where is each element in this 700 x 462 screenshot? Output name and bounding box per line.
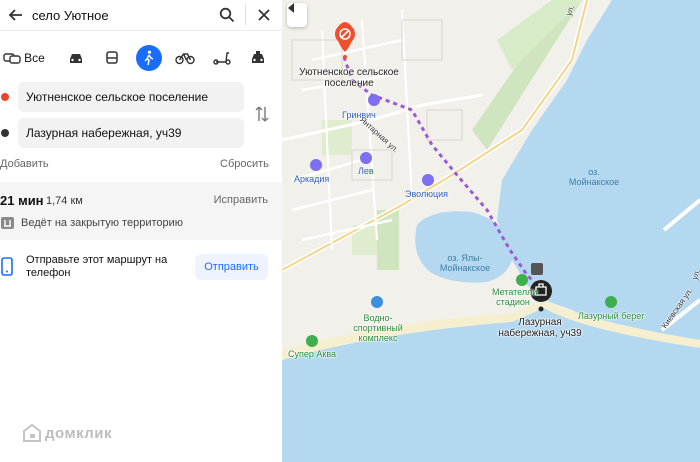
- search-bar: село Уютное: [0, 0, 282, 31]
- route-distance: 1,74 км: [46, 195, 83, 207]
- restricted-area-text: Ведёт на закрытую территорию: [21, 217, 184, 229]
- domclick-watermark: домклик: [22, 423, 112, 443]
- swap-button[interactable]: [253, 105, 271, 123]
- search-icon: [219, 7, 235, 23]
- swap-arrows-icon: [255, 106, 269, 122]
- restricted-area-warning: Ведёт на закрытую территорию: [0, 216, 183, 230]
- mode-bike[interactable]: [172, 44, 198, 72]
- mode-taxi[interactable]: [246, 44, 270, 72]
- fix-route-link[interactable]: Исправить: [214, 194, 268, 206]
- arrow-left-icon: [8, 9, 22, 21]
- map-label-village: Уютненское сельское поселение: [294, 67, 404, 89]
- mode-all[interactable]: Все: [2, 44, 46, 72]
- send-to-phone-text: Отправьте этот маршрут на телефон: [26, 254, 168, 279]
- scooter-icon: [213, 52, 231, 65]
- map-label-village-text: Уютненское сельское поселение: [299, 67, 399, 89]
- map-label-lake-moinak: оз. Мойнакское: [568, 167, 620, 187]
- route-panel: село Уютное Все Уютненское сельское посе…: [0, 0, 283, 462]
- pedestrian-icon: [144, 50, 154, 66]
- collapse-panel-button[interactable]: [287, 3, 307, 27]
- add-waypoint-link[interactable]: Добавить: [0, 158, 49, 170]
- map-label-destination: Лазурная набережная, уч39: [498, 317, 582, 339]
- map-view[interactable]: Уютненское сельское поселение Гринвич Ар…: [282, 0, 700, 462]
- mode-all-label: Все: [24, 51, 45, 65]
- map-label-lev: Лев: [358, 166, 374, 176]
- domclick-logo-icon: [23, 423, 41, 442]
- mode-walk[interactable]: [136, 45, 162, 71]
- bus-icon: [106, 51, 118, 64]
- route-info[interactable]: 21 мин 1,74 км Исправить Ведёт на закрыт…: [0, 182, 282, 240]
- chevron-left-icon: [288, 3, 294, 13]
- mode-car[interactable]: [64, 44, 88, 72]
- send-to-phone: Отправьте этот маршрут на телефон Отправ…: [0, 252, 282, 286]
- domclick-logo-text: домклик: [45, 424, 113, 442]
- map-label-lazurny-bereg: Лазурный берег: [578, 311, 645, 321]
- taxi-icon: [252, 51, 264, 63]
- back-button[interactable]: [0, 0, 32, 30]
- route-time: 21 мин: [0, 193, 44, 208]
- phone-icon: [1, 257, 13, 276]
- reset-link[interactable]: Сбросить: [220, 158, 269, 170]
- map-label-vodno: Водно-спортивный комплекс: [353, 313, 403, 343]
- mode-bus[interactable]: [100, 44, 124, 72]
- search-input[interactable]: село Уютное: [32, 8, 209, 23]
- origin-field[interactable]: Уютненское сельское поселение: [18, 82, 244, 112]
- send-button[interactable]: Отправить: [195, 254, 268, 280]
- barrier-marker: [531, 263, 543, 275]
- barrier-icon: [1, 217, 14, 229]
- map-label-arkadiya: Аркадия: [294, 174, 330, 184]
- origin-dot: [1, 93, 9, 101]
- map-label-evolyutsiya: Эволюция: [405, 189, 449, 199]
- map-label-super-akva: Супер Аква: [288, 349, 337, 359]
- mode-scooter[interactable]: [210, 44, 234, 72]
- car-bus-icon: [3, 53, 21, 64]
- close-icon: [258, 9, 270, 21]
- map-label-grinvich: Гринвич: [342, 110, 376, 120]
- transport-modes: Все: [0, 44, 282, 74]
- map-label-stadium: Метателли стадион: [492, 287, 538, 307]
- clear-button[interactable]: [246, 0, 282, 30]
- car-icon: [70, 54, 82, 63]
- map-label-lake-yaly: оз. Ялы-Мойнакское: [439, 253, 491, 273]
- bicycle-icon: [175, 53, 195, 65]
- destination-field[interactable]: Лазурная набережная, уч39: [18, 118, 244, 148]
- destination-dot: [1, 129, 9, 137]
- search-button[interactable]: [209, 0, 245, 30]
